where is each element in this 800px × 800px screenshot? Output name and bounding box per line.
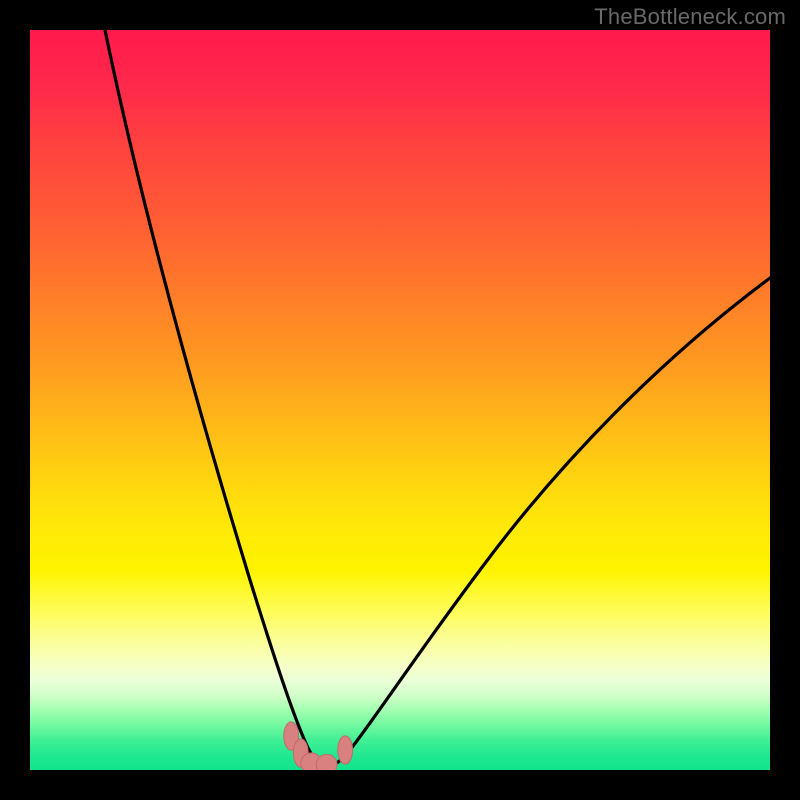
plot-area bbox=[30, 30, 770, 770]
data-marker bbox=[316, 754, 337, 770]
curve-svg bbox=[30, 30, 770, 770]
curve-group bbox=[105, 30, 770, 767]
data-marker bbox=[338, 736, 353, 764]
marker-layer bbox=[284, 722, 353, 770]
left-curve bbox=[105, 30, 326, 767]
right-curve bbox=[326, 278, 770, 767]
watermark-text: TheBottleneck.com bbox=[594, 4, 786, 30]
chart-frame: TheBottleneck.com bbox=[0, 0, 800, 800]
